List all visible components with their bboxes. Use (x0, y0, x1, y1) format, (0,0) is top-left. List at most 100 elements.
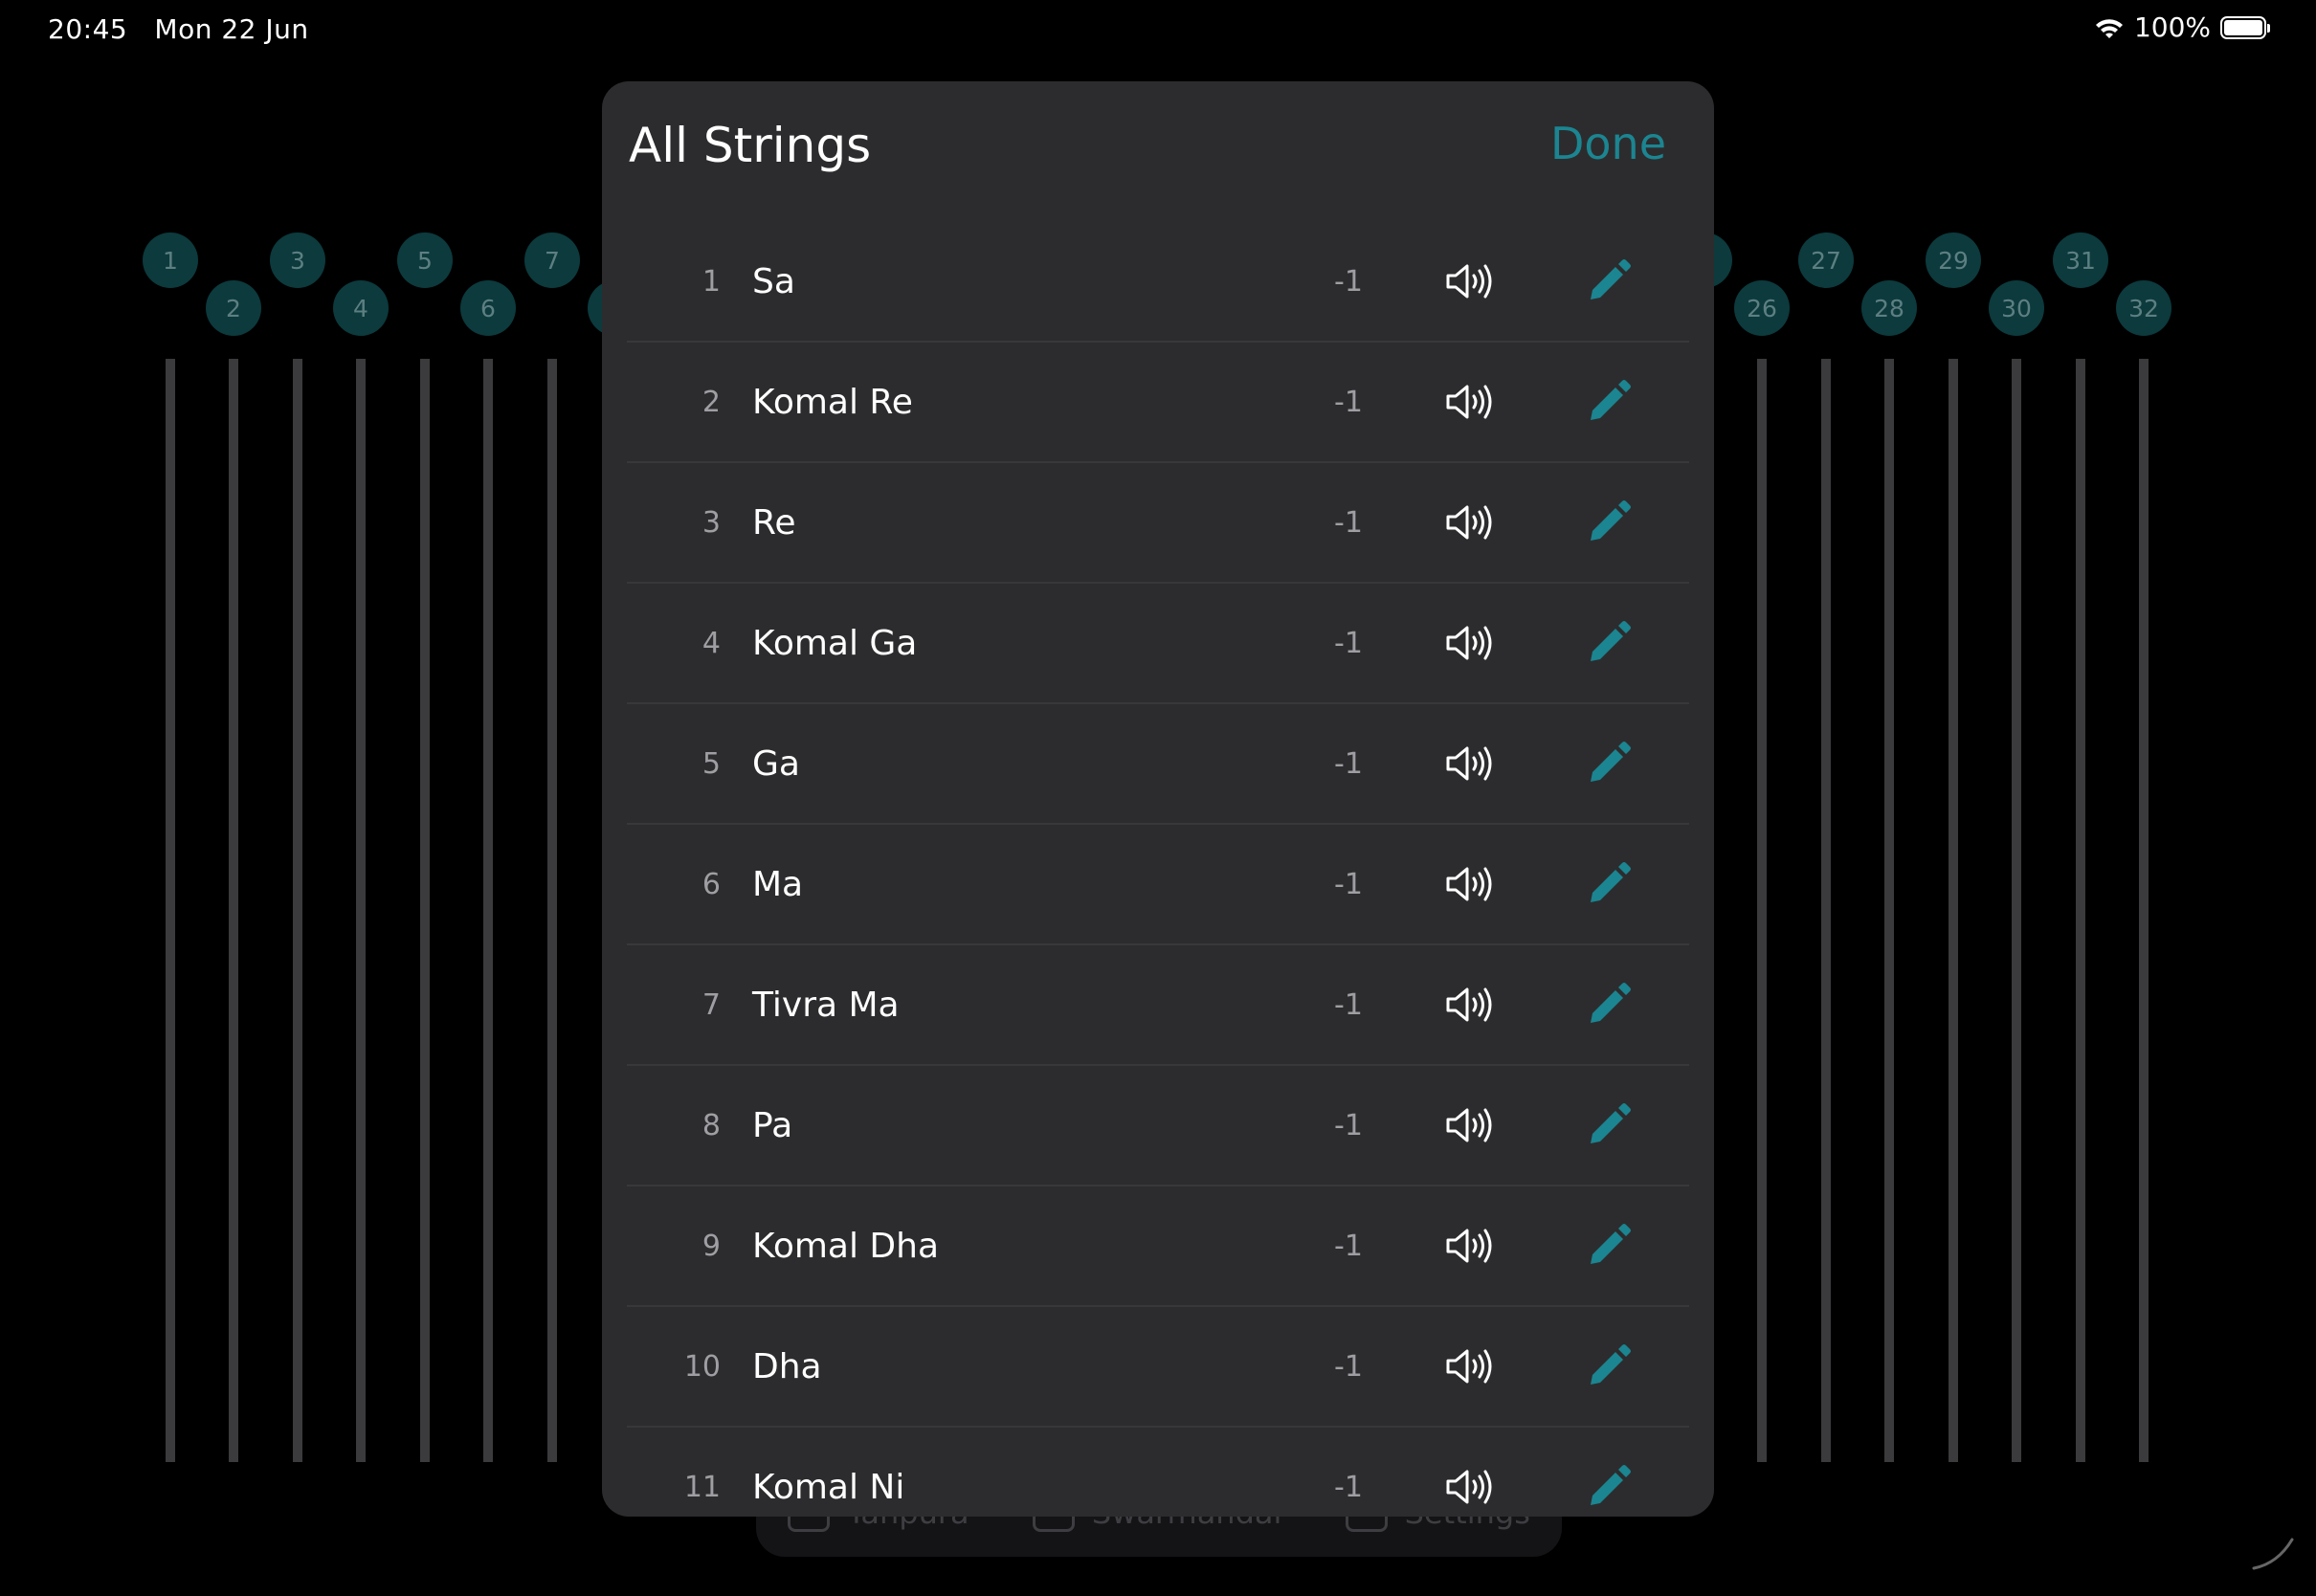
string-row[interactable]: 10 Dha -1 (602, 1307, 1714, 1428)
speaker-icon[interactable] (1442, 1098, 1496, 1152)
speaker-icon[interactable] (1442, 978, 1496, 1031)
battery-icon (2220, 15, 2270, 39)
string-row[interactable]: 6 Ma -1 (602, 825, 1714, 945)
string-marker[interactable]: 6 (460, 280, 516, 336)
string-row[interactable]: 9 Komal Dha -1 (602, 1186, 1714, 1307)
wifi-icon (2095, 18, 2123, 38)
string-row[interactable]: 1 Sa -1 (602, 222, 1714, 343)
string-marker[interactable]: 5 (397, 233, 453, 288)
string-octave: -1 (1334, 265, 1363, 299)
string-octave: -1 (1334, 627, 1363, 660)
string-octave: -1 (1334, 747, 1363, 781)
string-octave: -1 (1334, 386, 1363, 419)
string-line[interactable] (1757, 359, 1767, 1462)
string-line[interactable] (1949, 359, 1958, 1462)
string-list: 1 Sa -1 2 Komal Re -1 3 Re -1 4 Komal Ga -1 5 Ga -1 6 Ma… (602, 222, 1714, 1517)
string-name: Re (752, 503, 796, 543)
string-row[interactable]: 4 Komal Ga -1 (602, 584, 1714, 704)
string-line[interactable] (2139, 359, 2149, 1462)
string-number: 10 (683, 1350, 721, 1384)
string-marker[interactable]: 29 (1926, 233, 1981, 288)
status-indicators: 100% (2094, 11, 2270, 43)
speaker-icon[interactable] (1442, 737, 1496, 790)
string-octave: -1 (1334, 988, 1363, 1022)
string-number: 2 (701, 386, 721, 419)
string-line[interactable] (1821, 359, 1831, 1462)
battery-percent: 100% (2133, 11, 2211, 43)
string-row[interactable]: 5 Ga -1 (602, 704, 1714, 825)
string-marker[interactable]: 27 (1798, 233, 1854, 288)
string-row[interactable]: 3 Re -1 (602, 463, 1714, 584)
string-marker[interactable]: 2 (206, 280, 261, 336)
string-line[interactable] (166, 359, 175, 1462)
modal-title: All Strings (629, 118, 872, 173)
pencil-icon[interactable] (1583, 255, 1635, 307)
pencil-icon[interactable] (1583, 979, 1635, 1031)
speaker-icon[interactable] (1442, 1340, 1496, 1393)
pencil-icon[interactable] (1583, 1220, 1635, 1272)
string-marker[interactable]: 32 (2116, 280, 2171, 336)
pencil-icon[interactable] (1583, 1461, 1635, 1513)
string-marker[interactable]: 3 (270, 233, 325, 288)
string-name: Komal Re (752, 383, 913, 422)
speaker-icon[interactable] (1442, 616, 1496, 670)
string-number: 1 (701, 265, 721, 299)
pencil-icon[interactable] (1583, 497, 1635, 548)
pencil-icon[interactable] (1583, 617, 1635, 669)
string-row[interactable]: 8 Pa -1 (602, 1066, 1714, 1186)
string-number: 11 (683, 1471, 721, 1504)
string-octave: -1 (1334, 1350, 1363, 1384)
string-number: 9 (701, 1230, 721, 1263)
string-number: 5 (701, 747, 721, 781)
pencil-icon[interactable] (1583, 858, 1635, 910)
string-number: 8 (701, 1109, 721, 1142)
string-marker[interactable]: 4 (333, 280, 389, 336)
pencil-icon[interactable] (1583, 738, 1635, 789)
home-indicator-icon (2252, 1538, 2294, 1570)
pencil-icon[interactable] (1583, 376, 1635, 428)
status-date: Mon 22 Jun (154, 13, 309, 45)
string-octave: -1 (1334, 1230, 1363, 1263)
pencil-icon[interactable] (1583, 1341, 1635, 1392)
screen: 20:45 Mon 22 Jun 100% 1 2 3 4 5 6 7 26 2… (0, 0, 2316, 1596)
speaker-icon[interactable] (1442, 857, 1496, 911)
string-line[interactable] (483, 359, 493, 1462)
string-marker[interactable]: 26 (1734, 280, 1790, 336)
string-octave: -1 (1334, 1109, 1363, 1142)
string-row[interactable]: 7 Tivra Ma -1 (602, 945, 1714, 1066)
string-name: Komal Dha (752, 1227, 940, 1266)
string-marker[interactable]: 30 (1989, 280, 2044, 336)
speaker-icon[interactable] (1442, 1460, 1496, 1514)
string-line[interactable] (293, 359, 302, 1462)
pencil-icon[interactable] (1583, 1099, 1635, 1151)
speaker-icon[interactable] (1442, 1219, 1496, 1273)
speaker-icon[interactable] (1442, 496, 1496, 549)
string-name: Tivra Ma (752, 986, 900, 1025)
string-line[interactable] (547, 359, 557, 1462)
string-octave: -1 (1334, 506, 1363, 540)
string-octave: -1 (1334, 1471, 1363, 1504)
string-row[interactable]: 11 Komal Ni -1 (602, 1428, 1714, 1517)
string-line[interactable] (2076, 359, 2085, 1462)
done-button[interactable]: Done (1550, 118, 1666, 169)
string-line[interactable] (229, 359, 238, 1462)
string-line[interactable] (420, 359, 430, 1462)
string-row[interactable]: 2 Komal Re -1 (602, 343, 1714, 463)
string-octave: -1 (1334, 868, 1363, 901)
string-line[interactable] (356, 359, 366, 1462)
all-strings-modal: All Strings Done 1 Sa -1 2 Komal Re -1 3 Re -1 4 K… (602, 81, 1714, 1517)
string-number: 3 (701, 506, 721, 540)
speaker-icon[interactable] (1442, 255, 1496, 308)
string-line[interactable] (1884, 359, 1894, 1462)
string-marker[interactable]: 7 (524, 233, 580, 288)
string-line[interactable] (2012, 359, 2021, 1462)
string-marker[interactable]: 31 (2053, 233, 2108, 288)
speaker-icon[interactable] (1442, 375, 1496, 429)
string-name: Komal Ni (752, 1468, 905, 1507)
string-name: Dha (752, 1347, 822, 1386)
string-number: 4 (701, 627, 721, 660)
status-clock: 20:45 (48, 13, 128, 45)
string-marker[interactable]: 1 (143, 233, 198, 288)
string-name: Ma (752, 865, 804, 904)
string-marker[interactable]: 28 (1861, 280, 1917, 336)
